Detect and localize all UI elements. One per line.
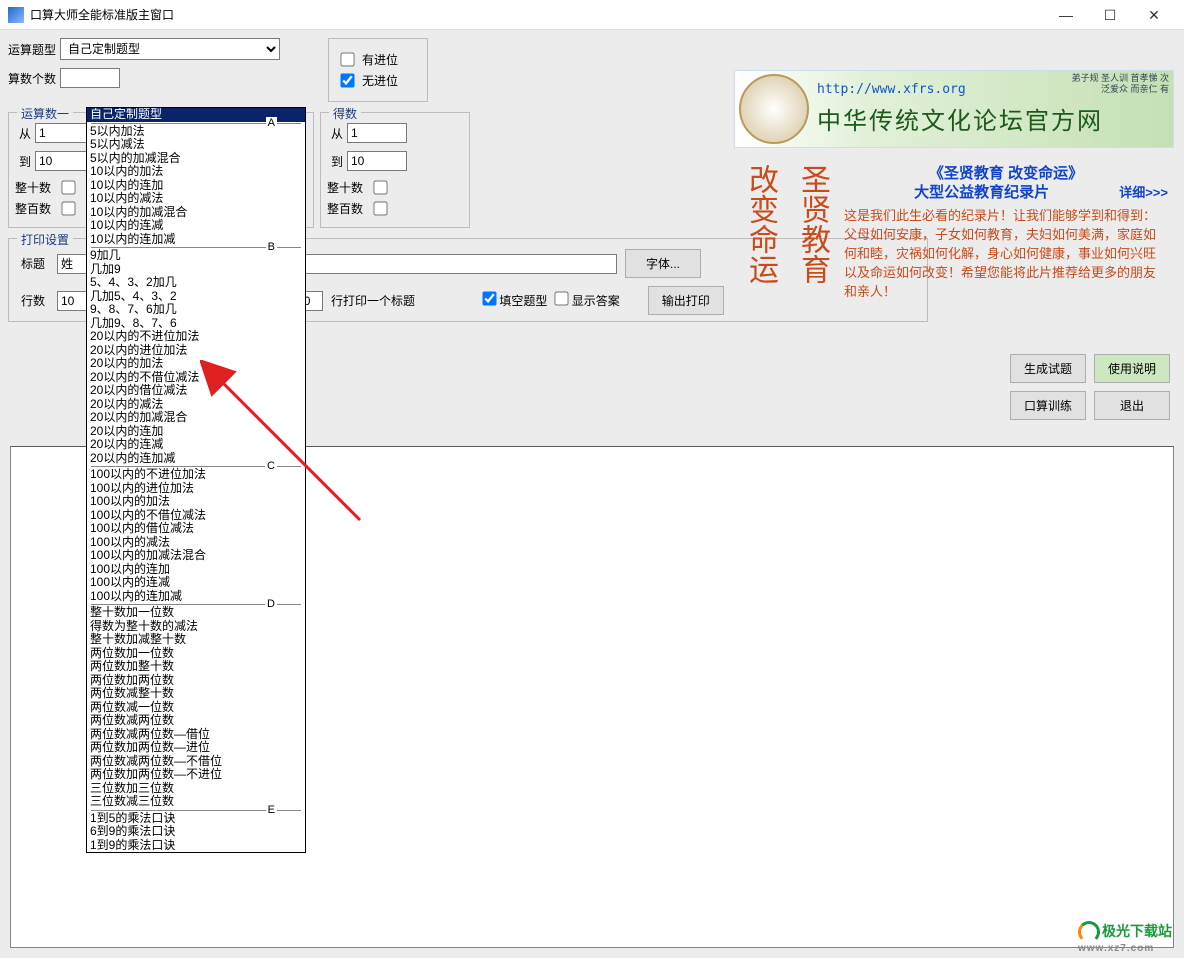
dropdown-item[interactable]: 10以内的加法: [87, 165, 305, 179]
dropdown-item[interactable]: 10以内的连减: [87, 219, 305, 233]
res-hundreds-checkbox[interactable]: [374, 201, 388, 215]
no-carry-label: 无进位: [362, 72, 398, 89]
dropdown-item[interactable]: 两位数减一位数: [87, 701, 305, 715]
generate-button[interactable]: 生成试题: [1010, 354, 1086, 383]
vtext-left: 改变命运: [734, 160, 786, 305]
rows-input[interactable]: [57, 291, 87, 311]
dropdown-item[interactable]: 9、8、7、6加几: [87, 303, 305, 317]
dropdown-item[interactable]: 6到9的乘法口诀: [87, 825, 305, 839]
res-tens-checkbox[interactable]: [374, 180, 388, 194]
problem-type-dropdown[interactable]: 自己定制题型A5以内加法5以内减法5以内的加减混合10以内的加法10以内的连加1…: [86, 107, 306, 853]
dropdown-item[interactable]: 20以内的加减混合: [87, 411, 305, 425]
res-to-input[interactable]: [347, 151, 407, 171]
dropdown-item[interactable]: 整十数加减整十数: [87, 633, 305, 647]
dropdown-item[interactable]: 两位数加一位数: [87, 647, 305, 661]
banner-portrait: [739, 74, 809, 144]
dropdown-item[interactable]: 两位数加两位数—不进位: [87, 768, 305, 782]
dropdown-item[interactable]: 100以内的连减: [87, 576, 305, 590]
dropdown-item[interactable]: 100以内的不借位减法: [87, 509, 305, 523]
count-input[interactable]: [60, 68, 120, 88]
dropdown-item[interactable]: 得数为整十数的减法: [87, 620, 305, 634]
dropdown-item[interactable]: 20以内的借位减法: [87, 384, 305, 398]
training-button[interactable]: 口算训练: [1010, 391, 1086, 420]
dropdown-item[interactable]: 两位数减整十数: [87, 687, 305, 701]
result-legend: 得数: [329, 105, 361, 122]
dropdown-item[interactable]: 20以内的连加: [87, 425, 305, 439]
dropdown-item[interactable]: 1到9的乘法口诀: [87, 839, 305, 853]
help-button[interactable]: 使用说明: [1094, 354, 1170, 383]
result-group: 得数 从 到 整十数 整百数: [320, 112, 470, 228]
detail-link[interactable]: 详细>>>: [1119, 183, 1168, 202]
dropdown-item[interactable]: 两位数加两位数—进位: [87, 741, 305, 755]
dropdown-item[interactable]: 两位数加整十数: [87, 660, 305, 674]
dropdown-item[interactable]: 两位数减两位数—不借位: [87, 755, 305, 769]
carry-group: 有进位 无进位: [328, 38, 428, 102]
dropdown-item[interactable]: 5以内的加减混合: [87, 152, 305, 166]
banner-title: 中华传统文化论坛官方网: [817, 101, 1169, 136]
dropdown-item[interactable]: 两位数减两位数—借位: [87, 728, 305, 742]
problem-type-select[interactable]: 自己定制题型: [60, 38, 280, 60]
print-settings-legend: 打印设置: [17, 231, 73, 248]
dropdown-item[interactable]: 5以内减法: [87, 138, 305, 152]
dropdown-item[interactable]: 10以内的连加: [87, 179, 305, 193]
info-desc: 这是我们此生必看的纪录片！让我们能够学到和得到：父母如何安康，子女如何教育，夫妇…: [844, 206, 1168, 301]
dropdown-item[interactable]: 10以内的加减混合: [87, 206, 305, 220]
dropdown-item[interactable]: 两位数加两位数: [87, 674, 305, 688]
maximize-button[interactable]: ☐: [1088, 0, 1132, 30]
app-icon: [8, 7, 24, 23]
dropdown-item[interactable]: 20以内的加法: [87, 357, 305, 371]
dropdown-item[interactable]: 100以内的加法: [87, 495, 305, 509]
info-panel: 改变命运 圣贤教育 《圣贤教育 改变命运》 大型公益教育纪录片详细>>> 这是我…: [734, 160, 1174, 305]
op1-tens-checkbox[interactable]: [62, 180, 76, 194]
fill-blank-checkbox[interactable]: [482, 291, 496, 305]
show-answer-checkbox[interactable]: [555, 291, 569, 305]
dropdown-item[interactable]: 100以内的加减法混合: [87, 549, 305, 563]
dropdown-item[interactable]: 几加9、8、7、6: [87, 317, 305, 331]
banner[interactable]: 弟子规 圣人训 首孝悌 次泛爱众 而亲仁 有 http://www.xfrs.o…: [734, 70, 1174, 148]
dropdown-item[interactable]: 20以内的不借位减法: [87, 371, 305, 385]
problem-type-label: 运算题型: [8, 41, 56, 58]
dropdown-item[interactable]: 100以内的借位减法: [87, 522, 305, 536]
count-label: 算数个数: [8, 70, 56, 87]
dropdown-item[interactable]: 三位数加三位数: [87, 782, 305, 796]
with-carry-checkbox[interactable]: [340, 52, 354, 66]
dropdown-item[interactable]: 几加9: [87, 263, 305, 277]
with-carry-label: 有进位: [362, 51, 398, 68]
vtext-right: 圣贤教育: [786, 160, 838, 305]
minimize-button[interactable]: —: [1044, 0, 1088, 30]
exit-button[interactable]: 退出: [1094, 391, 1170, 420]
dropdown-item[interactable]: 几加5、4、3、2: [87, 290, 305, 304]
dropdown-item[interactable]: 100以内的减法: [87, 536, 305, 550]
no-carry-checkbox[interactable]: [340, 73, 354, 87]
font-button[interactable]: 字体...: [625, 249, 701, 278]
window-title: 口算大师全能标准版主窗口: [30, 6, 1044, 23]
dropdown-item[interactable]: 20以内的不进位加法: [87, 330, 305, 344]
dropdown-item[interactable]: 20以内的减法: [87, 398, 305, 412]
dropdown-item[interactable]: 100以内的进位加法: [87, 482, 305, 496]
res-from-input[interactable]: [347, 123, 407, 143]
close-button[interactable]: ✕: [1132, 0, 1176, 30]
op1-hundreds-checkbox[interactable]: [62, 201, 76, 215]
watermark: 极光下载站 www.xz7.com: [1078, 921, 1172, 954]
dropdown-item[interactable]: 20以内的连减: [87, 438, 305, 452]
titlebar: 口算大师全能标准版主窗口 — ☐ ✕: [0, 0, 1184, 30]
dropdown-item[interactable]: 5、4、3、2加几: [87, 276, 305, 290]
dropdown-item[interactable]: 10以内的减法: [87, 192, 305, 206]
dropdown-item[interactable]: 两位数减两位数: [87, 714, 305, 728]
dropdown-item[interactable]: 100以内的连加: [87, 563, 305, 577]
output-print-button[interactable]: 输出打印: [648, 286, 724, 315]
operand1-legend: 运算数一: [17, 105, 73, 122]
dropdown-item[interactable]: 20以内的进位加法: [87, 344, 305, 358]
